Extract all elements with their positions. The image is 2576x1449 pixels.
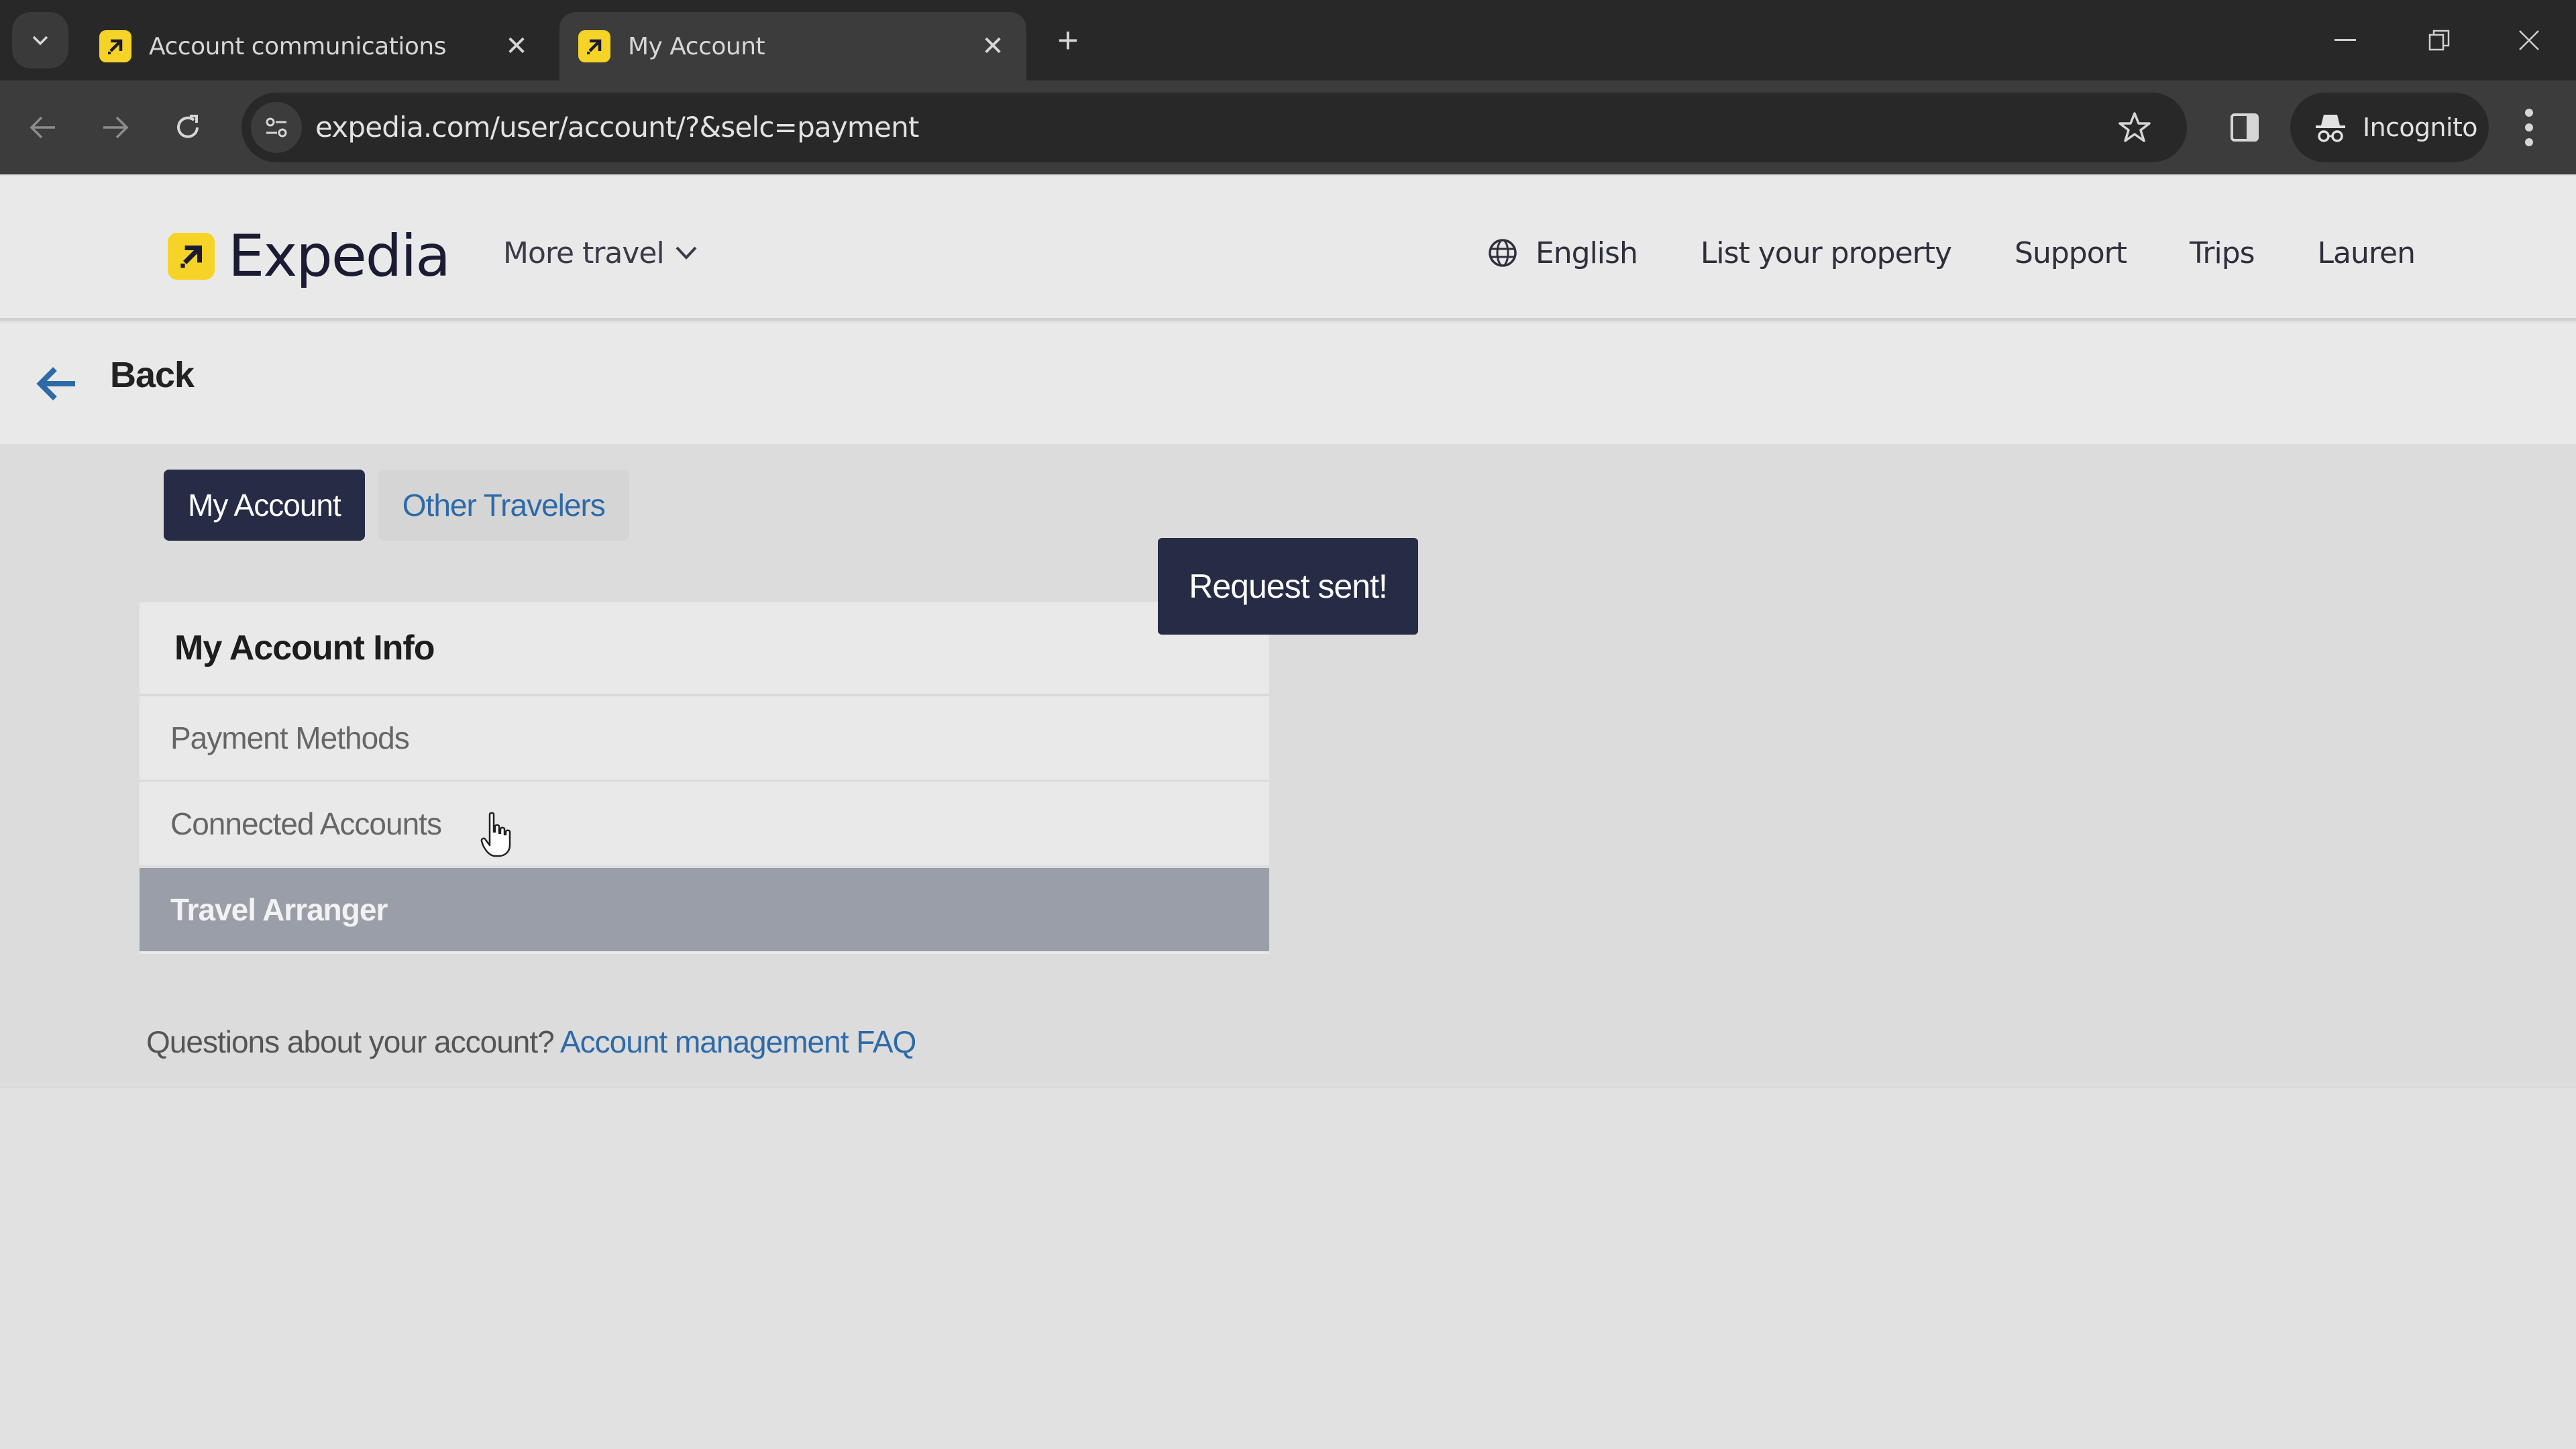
chevron-down-icon: [32, 36, 48, 46]
menu-item-connected-accounts[interactable]: Connected Accounts: [140, 782, 1269, 868]
expedia-favicon-icon: [99, 30, 131, 62]
reload-icon: [177, 115, 199, 138]
expedia-logo-icon: [168, 233, 215, 280]
more-travel-menu[interactable]: More travel: [503, 229, 698, 276]
url-text[interactable]: expedia.com/user/account/?&selc=payment: [315, 93, 919, 162]
tune-icon: [266, 117, 287, 138]
card-title: My Account Info: [140, 602, 1269, 696]
side-panel-button[interactable]: [2224, 106, 2265, 149]
tab-other-travelers[interactable]: Other Travelers: [378, 470, 629, 541]
account-tabs: My Account Other Travelers: [164, 470, 629, 541]
hand-cursor-icon: [480, 812, 511, 857]
forward-nav-button[interactable]: [89, 101, 142, 154]
expedia-favicon-icon: [578, 30, 610, 62]
tab-title: My Account: [628, 32, 765, 60]
incognito-label: Incognito: [2363, 113, 2478, 142]
side-panel-icon: [2231, 113, 2259, 142]
more-vert-icon: [2525, 109, 2533, 117]
more-travel-label: More travel: [503, 235, 665, 270]
address-bar[interactable]: expedia.com/user/account/?&selc=payment: [241, 93, 2187, 162]
restore-icon: [2428, 30, 2450, 51]
arrow-left-icon[interactable]: [35, 364, 78, 404]
browser-menu-button[interactable]: [2509, 101, 2549, 154]
brand-name: Expedia: [228, 223, 451, 290]
faq-prompt: Questions about your account?: [146, 1024, 555, 1059]
chevron-down-icon: [676, 246, 697, 260]
arrow-right-icon: [103, 116, 129, 139]
arrow-left-icon: [30, 116, 55, 139]
minimize-icon: [2334, 39, 2356, 41]
header-nav: English List your property Support Trips…: [1487, 229, 2416, 276]
minimize-button[interactable]: [2312, 13, 2379, 67]
close-icon[interactable]: ✕: [502, 31, 531, 62]
bookmark-button[interactable]: [2114, 107, 2155, 148]
site-header: Expedia More travel English List your pr…: [0, 176, 2576, 321]
list-your-property-link[interactable]: List your property: [1701, 236, 1952, 270]
account-menu[interactable]: Lauren: [2318, 236, 2416, 270]
tab-search-button[interactable]: [12, 12, 68, 68]
expedia-logo[interactable]: Expedia: [168, 223, 451, 290]
back-bar: Back: [0, 323, 2576, 444]
menu-item-travel-arranger[interactable]: Travel Arranger: [140, 868, 1269, 951]
menu-item-payment-methods[interactable]: Payment Methods: [140, 696, 1269, 782]
account-info-card: My Account Info Payment Methods Connecte…: [140, 602, 1269, 954]
browser-tab-strip: Account communications ✕ My Account ✕ +: [0, 0, 2576, 80]
browser-tab-account-communications[interactable]: Account communications ✕: [80, 12, 550, 80]
plus-icon: +: [1057, 20, 1079, 60]
faq-link[interactable]: Account management FAQ: [560, 1024, 916, 1059]
toast-notification: Request sent!: [1158, 538, 1418, 635]
tab-title: Account communications: [149, 32, 446, 60]
trips-link[interactable]: Trips: [2190, 236, 2255, 270]
globe-icon: [1489, 239, 1517, 267]
incognito-button[interactable]: Incognito: [2290, 93, 2489, 162]
tab-my-account[interactable]: My Account: [164, 470, 365, 541]
star-icon: [2118, 112, 2151, 142]
support-link[interactable]: Support: [2015, 236, 2127, 270]
more-vert-icon-dot: [2525, 123, 2533, 131]
back-nav-button[interactable]: [16, 101, 70, 154]
close-icon[interactable]: ✕: [978, 31, 1008, 62]
browser-toolbar: expedia.com/user/account/?&selc=payment …: [0, 80, 2576, 174]
page-footer-area: [0, 1087, 2576, 1449]
incognito-icon: [2316, 115, 2345, 142]
more-vert-icon-dot: [2525, 138, 2533, 146]
close-window-button[interactable]: [2496, 13, 2563, 67]
language-label: English: [1535, 235, 1638, 270]
site-info-button[interactable]: [251, 102, 302, 153]
browser-tab-my-account[interactable]: My Account ✕: [559, 12, 1026, 80]
new-tab-button[interactable]: +: [1046, 19, 1089, 62]
restore-button[interactable]: [2406, 13, 2473, 67]
back-link[interactable]: Back: [110, 354, 195, 396]
language-selector[interactable]: English: [1487, 236, 1638, 270]
close-icon: [2519, 30, 2539, 50]
faq-text: Questions about your account? Account ma…: [146, 1024, 916, 1060]
reload-button[interactable]: [161, 101, 215, 154]
page: Expedia More travel English List your pr…: [0, 176, 2576, 1449]
